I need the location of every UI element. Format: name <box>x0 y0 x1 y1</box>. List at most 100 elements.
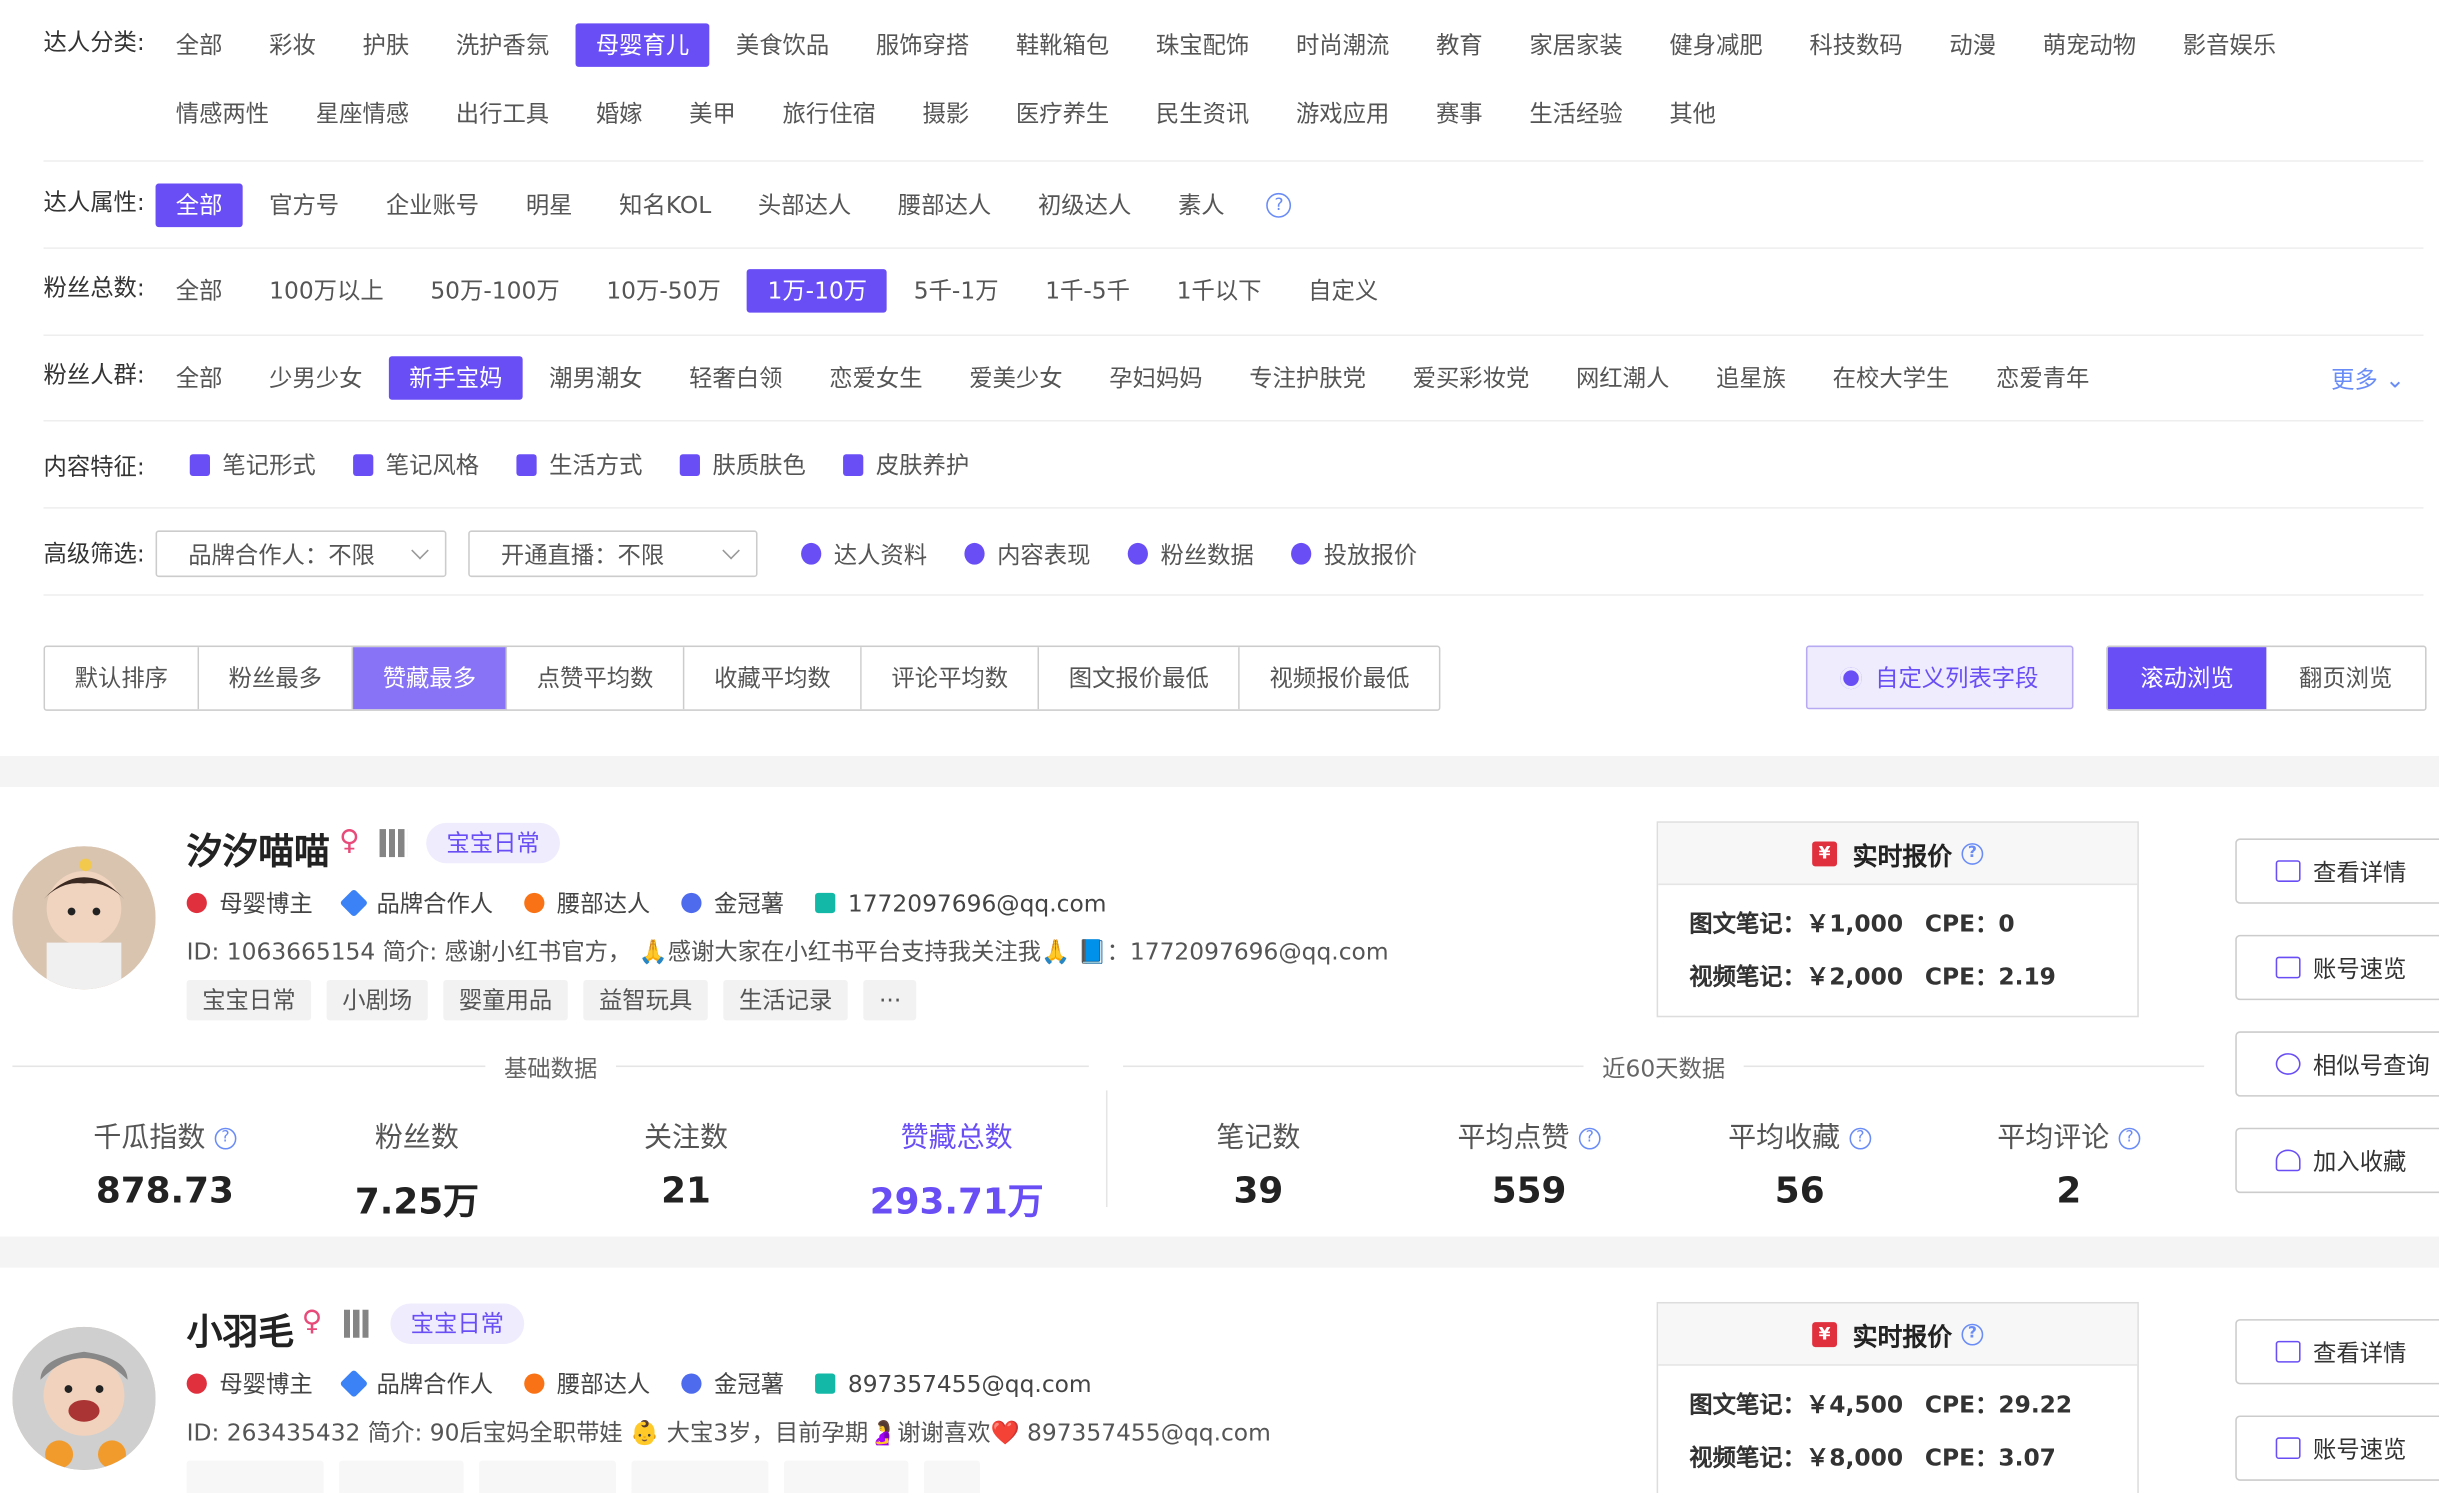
fans-group-chip[interactable]: 爱买彩妆党 <box>1392 356 1549 400</box>
similar-search-button[interactable]: 相似号查询 <box>2235 1031 2439 1097</box>
fans-total-chip[interactable]: 1千以下 <box>1156 269 1281 313</box>
help-icon[interactable]: ? <box>1961 842 1984 865</box>
category-chip[interactable]: 情感两性 <box>156 92 290 136</box>
fans-group-chip[interactable]: 潮男潮女 <box>529 356 663 400</box>
content-feature-item[interactable]: 笔记风格 <box>353 448 479 481</box>
category-chip[interactable]: 摄影 <box>902 92 989 136</box>
fans-group-chip[interactable]: 少男少女 <box>249 356 383 400</box>
attribute-chip[interactable]: 知名KOL <box>599 184 732 228</box>
kol-name[interactable]: 小羽毛 <box>187 1302 294 1355</box>
help-icon[interactable]: ? <box>2118 1127 2141 1150</box>
category-chip[interactable]: 婚嫁 <box>576 92 663 136</box>
sort-button[interactable]: 评论平均数 <box>861 647 1040 710</box>
sort-button[interactable]: 粉丝最多 <box>199 647 354 710</box>
brand-partner-select[interactable]: 品牌合作人：不限 <box>155 530 447 578</box>
fans-group-chip[interactable]: 在校大学生 <box>1812 356 1969 400</box>
category-chip[interactable]: 旅行住宿 <box>762 92 896 136</box>
category-chip[interactable]: 服饰穿搭 <box>856 23 990 67</box>
content-feature-item[interactable]: 笔记形式 <box>189 448 316 481</box>
attribute-chip[interactable]: 全部 <box>155 183 243 228</box>
attribute-chip[interactable]: 初级达人 <box>1018 184 1152 228</box>
category-chip[interactable]: 医疗养生 <box>996 92 1130 136</box>
category-chip[interactable]: 时尚潮流 <box>1276 23 1410 67</box>
attribute-chip[interactable]: 腰部达人 <box>878 184 1012 228</box>
qr-code-icon[interactable] <box>379 829 408 858</box>
sort-button[interactable]: 赞藏最多 <box>353 647 508 710</box>
more-link[interactable]: 更多 ⌄ <box>2331 362 2405 395</box>
fans-total-chip[interactable]: 5千-1万 <box>894 269 1019 313</box>
category-chip[interactable]: 动漫 <box>1929 23 2016 67</box>
category-chip[interactable]: 赛事 <box>1416 92 1503 136</box>
category-chip[interactable]: 美甲 <box>669 92 756 136</box>
live-stream-select[interactable]: 开通直播：不限 <box>468 530 758 578</box>
category-chip[interactable]: 萌宠动物 <box>2023 23 2157 67</box>
quick-view-button[interactable]: 账号速览 <box>2235 934 2439 1001</box>
fans-group-chip[interactable]: 恋爱女生 <box>809 356 943 400</box>
fans-total-chip[interactable]: 50万-100万 <box>410 269 580 313</box>
category-chip[interactable]: 健身减肥 <box>1649 23 1783 67</box>
fans-group-chip[interactable]: 轻奢白领 <box>669 356 803 400</box>
category-chip[interactable]: 鞋靴箱包 <box>996 23 1130 67</box>
category-chip[interactable]: 生活经验 <box>1509 92 1643 136</box>
content-feature-item[interactable]: 生活方式 <box>516 448 642 481</box>
attribute-chip[interactable]: 素人 <box>1158 184 1245 228</box>
category-chip[interactable]: 护肤 <box>342 23 429 67</box>
help-icon[interactable]: ? <box>1266 192 1292 218</box>
category-chip[interactable]: 全部 <box>156 23 243 67</box>
category-chip[interactable]: 游戏应用 <box>1276 92 1410 136</box>
view-detail-button[interactable]: 查看详情 <box>2235 1319 2439 1385</box>
category-chip[interactable]: 珠宝配饰 <box>1136 23 1270 67</box>
quick-view-button[interactable]: 账号速览 <box>2235 1415 2439 1481</box>
fans-group-chip[interactable]: 恋爱青年 <box>1976 356 2110 400</box>
advanced-link[interactable]: 粉丝数据 <box>1127 537 1254 570</box>
category-chip[interactable]: 科技数码 <box>1789 23 1923 67</box>
fans-total-chip[interactable]: 100万以上 <box>249 269 404 313</box>
custom-fields-button[interactable]: 自定义列表字段 <box>1805 645 2074 710</box>
attribute-chip[interactable]: 企业账号 <box>366 184 500 228</box>
fans-group-chip[interactable]: 专注护肤党 <box>1229 356 1386 400</box>
fans-group-chip[interactable]: 追星族 <box>1696 356 1806 400</box>
category-chip[interactable]: 出行工具 <box>436 92 570 136</box>
fans-group-chip[interactable]: 爱美少女 <box>949 356 1083 400</box>
qr-code-icon[interactable] <box>343 1309 372 1338</box>
tag[interactable]: 婴童用品 <box>443 979 568 1021</box>
sort-button[interactable]: 收藏平均数 <box>684 647 862 710</box>
fans-group-chip[interactable]: 新手宝妈 <box>388 356 523 400</box>
sort-button[interactable]: 点赞平均数 <box>507 647 685 710</box>
category-chip[interactable]: 彩妆 <box>249 23 336 67</box>
view-mode-button[interactable]: 翻页浏览 <box>2266 647 2425 709</box>
help-icon[interactable]: ? <box>1849 1127 1872 1150</box>
help-icon[interactable]: ? <box>214 1127 237 1150</box>
category-chip[interactable]: 其他 <box>1649 92 1736 136</box>
category-chip[interactable]: 洗护香氛 <box>436 23 570 67</box>
help-icon[interactable]: ? <box>1961 1322 1984 1345</box>
category-chip[interactable]: 教育 <box>1416 23 1503 67</box>
sort-button[interactable]: 视频报价最低 <box>1239 647 1440 710</box>
avatar[interactable] <box>12 1326 156 1470</box>
view-detail-button[interactable]: 查看详情 <box>2235 838 2439 904</box>
attribute-chip[interactable]: 头部达人 <box>738 184 872 228</box>
add-favorite-button[interactable]: 加入收藏 <box>2235 1127 2439 1194</box>
category-chip[interactable]: 影音娱乐 <box>2163 23 2297 67</box>
sort-button[interactable]: 默认排序 <box>45 647 200 710</box>
tag[interactable]: 宝宝日常 <box>186 979 312 1021</box>
category-chip[interactable]: 星座情感 <box>296 92 430 136</box>
fans-total-chip[interactable]: 全部 <box>156 269 243 313</box>
view-mode-button[interactable]: 滚动浏览 <box>2107 647 2267 710</box>
advanced-link[interactable]: 投放报价 <box>1291 537 1417 570</box>
category-chip[interactable]: 美食饮品 <box>716 23 850 67</box>
content-feature-item[interactable]: 皮肤养护 <box>843 448 969 481</box>
category-chip[interactable]: 家居家装 <box>1509 23 1643 67</box>
fans-group-chip[interactable]: 全部 <box>156 356 243 400</box>
tag[interactable]: ··· <box>863 979 917 1021</box>
fans-group-chip[interactable]: 网红潮人 <box>1556 356 1690 400</box>
fans-total-chip[interactable]: 1千-5千 <box>1025 269 1150 313</box>
category-chip[interactable]: 民生资讯 <box>1136 92 1270 136</box>
tag[interactable]: 生活记录 <box>723 979 848 1021</box>
content-feature-item[interactable]: 肤质肤色 <box>679 448 806 481</box>
fans-total-chip[interactable]: 1万-10万 <box>747 269 888 313</box>
sort-button[interactable]: 图文报价最低 <box>1039 647 1240 710</box>
attribute-chip[interactable]: 明星 <box>506 184 593 228</box>
tag[interactable]: 益智玩具 <box>583 979 708 1021</box>
fans-total-chip[interactable]: 10万-50万 <box>586 269 741 313</box>
